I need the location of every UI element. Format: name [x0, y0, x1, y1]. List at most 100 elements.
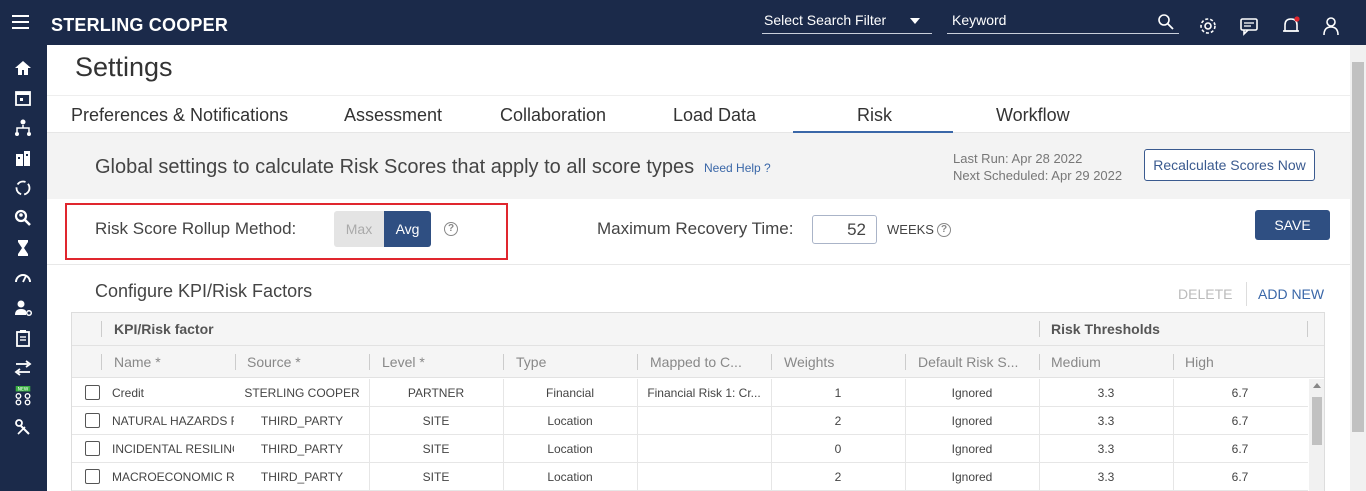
cell-weight[interactable]: 2 — [771, 407, 905, 435]
help-icon[interactable]: ? — [937, 223, 951, 237]
cell-source[interactable]: THIRD_PARTY — [235, 463, 369, 491]
calendar-icon[interactable] — [13, 88, 33, 108]
recovery-time-input[interactable]: 52 — [812, 215, 877, 244]
save-button[interactable]: SAVE — [1255, 210, 1330, 240]
delete-button[interactable]: DELETE — [1178, 286, 1232, 302]
column-header-name[interactable]: Name * — [114, 354, 161, 370]
cell-high[interactable]: 6.7 — [1173, 407, 1307, 435]
need-help-link[interactable]: Need Help ? — [704, 161, 771, 175]
cell-mapped[interactable]: Financial Risk 1: Cr... — [637, 379, 771, 407]
cell-default[interactable]: Ignored — [905, 407, 1039, 435]
cell-default[interactable]: Ignored — [905, 435, 1039, 463]
tab-load-data[interactable]: Load Data — [673, 105, 756, 126]
column-header-high[interactable]: High — [1185, 354, 1214, 370]
cell-name[interactable]: INCIDENTAL RESILINC — [112, 435, 234, 463]
column-separator — [1039, 354, 1040, 370]
menu-icon[interactable] — [12, 15, 29, 29]
settings-tabs: Preferences & Notifications Assessment C… — [47, 95, 1350, 133]
cell-medium[interactable]: 3.3 — [1039, 407, 1173, 435]
column-header-weights[interactable]: Weights — [784, 354, 834, 370]
cell-medium[interactable]: 3.3 — [1039, 435, 1173, 463]
cell-source[interactable]: STERLING COOPER — [235, 379, 369, 407]
gauge-icon[interactable] — [13, 268, 33, 288]
table-row[interactable]: Credit STERLING COOPER PARTNER Financial Fin… — [72, 379, 1308, 407]
rollup-avg-option[interactable]: Avg — [384, 211, 431, 247]
cell-name[interactable]: Credit — [112, 379, 234, 407]
cell-level[interactable]: SITE — [369, 463, 503, 491]
help-icon[interactable]: ? — [444, 222, 458, 236]
cell-level[interactable]: SITE — [369, 407, 503, 435]
tab-collaboration[interactable]: Collaboration — [500, 105, 606, 126]
chat-icon[interactable] — [1239, 16, 1259, 36]
bell-icon[interactable] — [1281, 16, 1301, 36]
column-header-type[interactable]: Type — [516, 354, 546, 370]
search-icon[interactable] — [1157, 13, 1175, 31]
cell-default[interactable]: Ignored — [905, 463, 1039, 491]
tab-preferences[interactable]: Preferences & Notifications — [71, 105, 288, 126]
cell-source[interactable]: THIRD_PARTY — [235, 407, 369, 435]
action-separator — [1246, 282, 1247, 306]
org-chart-icon[interactable] — [13, 118, 33, 138]
cell-mapped[interactable] — [637, 435, 771, 463]
cell-weight[interactable]: 2 — [771, 463, 905, 491]
cell-high[interactable]: 6.7 — [1173, 435, 1307, 463]
scroll-up-icon[interactable] — [1313, 383, 1321, 388]
search-person-icon[interactable] — [13, 208, 33, 228]
cell-default[interactable]: Ignored — [905, 379, 1039, 407]
cell-level[interactable]: SITE — [369, 435, 503, 463]
cell-medium[interactable]: 3.3 — [1039, 463, 1173, 491]
column-header-level[interactable]: Level * — [382, 354, 425, 370]
column-header-default-risk[interactable]: Default Risk S... — [918, 354, 1018, 370]
cell-source[interactable]: THIRD_PARTY — [235, 435, 369, 463]
left-nav: NEW — [0, 45, 47, 491]
keyword-input[interactable]: Keyword — [947, 12, 1179, 34]
cell-medium[interactable]: 3.3 — [1039, 379, 1173, 407]
cell-type[interactable]: Financial — [503, 379, 637, 407]
row-checkbox[interactable] — [85, 469, 100, 484]
tab-workflow[interactable]: Workflow — [996, 105, 1070, 126]
refresh-icon[interactable] — [13, 178, 33, 198]
rollup-max-option[interactable]: Max — [334, 211, 384, 247]
transfer-icon[interactable] — [13, 358, 33, 378]
row-checkbox[interactable] — [85, 413, 100, 428]
table-scrollbar-thumb[interactable] — [1312, 397, 1322, 445]
column-header-source[interactable]: Source * — [247, 354, 301, 370]
row-checkbox[interactable] — [85, 441, 100, 456]
cell-high[interactable]: 6.7 — [1173, 379, 1307, 407]
tools-icon[interactable] — [13, 418, 33, 438]
add-new-button[interactable]: ADD NEW — [1258, 286, 1324, 302]
cell-type[interactable]: Location — [503, 435, 637, 463]
clipboard-icon[interactable] — [13, 328, 33, 348]
hourglass-icon[interactable] — [13, 238, 33, 258]
tab-assessment[interactable]: Assessment — [344, 105, 442, 126]
gear-icon[interactable] — [1198, 16, 1218, 36]
cell-mapped[interactable] — [637, 463, 771, 491]
cell-weight[interactable]: 0 — [771, 435, 905, 463]
cell-high[interactable]: 6.7 — [1173, 463, 1307, 491]
cell-name[interactable]: NATURAL HAZARDS RE — [112, 407, 234, 435]
column-header-mapped[interactable]: Mapped to C... — [650, 354, 742, 370]
buildings-icon[interactable] — [13, 148, 33, 168]
table-row[interactable]: NATURAL HAZARDS RE THIRD_PARTY SITE Locatio… — [72, 407, 1308, 435]
table-scrollbar[interactable] — [1309, 379, 1324, 491]
page-scrollbar-thumb[interactable] — [1352, 62, 1364, 432]
recalculate-scores-button[interactable]: Recalculate Scores Now — [1144, 149, 1315, 181]
column-separator — [369, 354, 370, 370]
new-network-icon[interactable]: NEW — [13, 386, 33, 406]
cell-name[interactable]: MACROECONOMIC RES — [112, 463, 234, 491]
user-icon[interactable] — [1321, 16, 1341, 36]
search-filter-select[interactable]: Select Search Filter — [762, 12, 932, 34]
tab-risk[interactable]: Risk — [857, 105, 892, 126]
cell-type[interactable]: Location — [503, 463, 637, 491]
cell-level[interactable]: PARTNER — [369, 379, 503, 407]
row-checkbox[interactable] — [85, 385, 100, 400]
cell-weight[interactable]: 1 — [771, 379, 905, 407]
column-header-medium[interactable]: Medium — [1051, 354, 1101, 370]
page-scrollbar[interactable] — [1350, 45, 1366, 491]
user-gear-icon[interactable] — [13, 298, 33, 318]
home-icon[interactable] — [13, 58, 33, 78]
cell-type[interactable]: Location — [503, 407, 637, 435]
table-row[interactable]: INCIDENTAL RESILINC THIRD_PARTY SITE Locati… — [72, 435, 1308, 463]
cell-mapped[interactable] — [637, 407, 771, 435]
table-row[interactable]: MACROECONOMIC RESTHIRD_PARTYSITELocation… — [72, 463, 1308, 491]
